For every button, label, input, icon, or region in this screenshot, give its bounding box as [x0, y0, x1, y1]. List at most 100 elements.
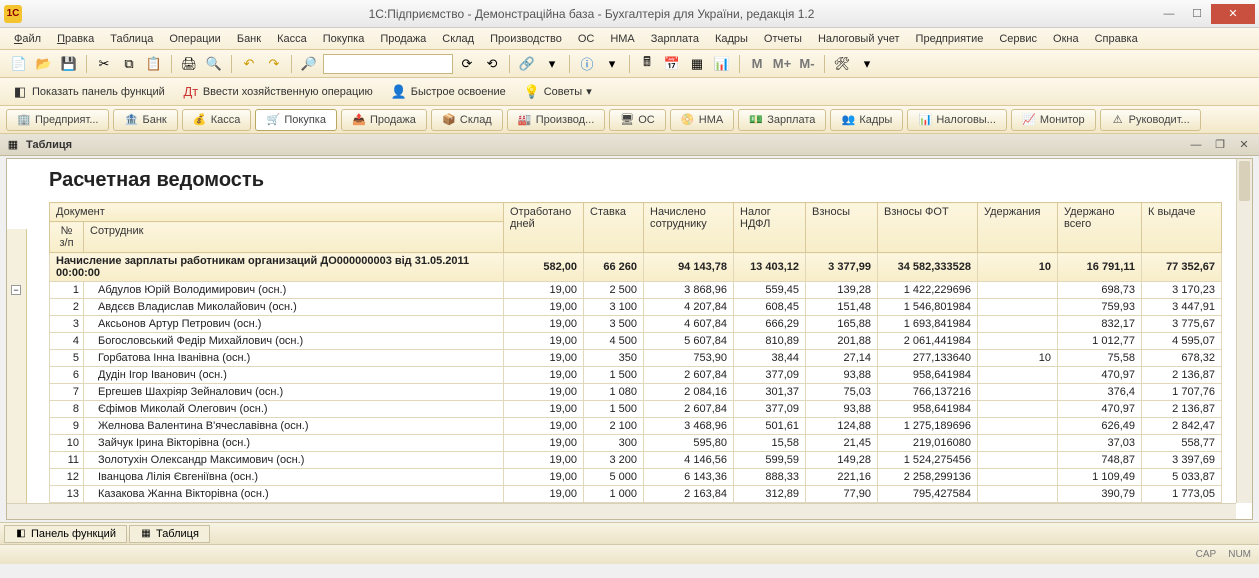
menu-правка[interactable]: Правка: [51, 31, 100, 47]
navtab-0[interactable]: 🏢Предприят...: [6, 109, 109, 131]
link-icon[interactable]: 🔗: [516, 53, 538, 75]
collapse-toggle[interactable]: −: [11, 285, 21, 295]
table-row[interactable]: 8Єфімов Миколай Олегович (осн.)19,001 50…: [50, 401, 1222, 418]
menu-файл[interactable]: Файл: [8, 31, 47, 47]
save-icon[interactable]: 💾: [58, 53, 80, 75]
menu-справка[interactable]: Справка: [1089, 31, 1144, 47]
menu-кадры[interactable]: Кадры: [709, 31, 754, 47]
navtab-12[interactable]: 📈Монитор: [1011, 109, 1096, 131]
tools-icon[interactable]: 🛠: [831, 53, 853, 75]
tips-button[interactable]: 💡Советы▾: [520, 82, 596, 102]
navtab-2[interactable]: 💰Касса: [182, 109, 252, 131]
horizontal-scrollbar[interactable]: [7, 503, 1236, 519]
vertical-scrollbar[interactable]: [1236, 159, 1252, 503]
show-panel-button[interactable]: ◧Показать панель функций: [8, 82, 169, 102]
enter-operation-button[interactable]: ДтВвести хозяйственную операцию: [179, 82, 377, 102]
table-row[interactable]: 12Іванцова Лілія Євгеніївна (осн.)19,005…: [50, 469, 1222, 486]
bottom-tab-0[interactable]: ◧Панель функций: [4, 525, 127, 543]
table-row[interactable]: 1Абдулов Юрій Володимирович (осн.)19,002…: [50, 282, 1222, 299]
navtab-icon: 📀: [681, 113, 695, 127]
paste-icon[interactable]: 📋: [143, 53, 165, 75]
table-row[interactable]: 7Ергешев Шахріяр Зейналович (осн.)19,001…: [50, 384, 1222, 401]
menu-операции[interactable]: Операции: [163, 31, 226, 47]
navtab-4[interactable]: 📤Продажа: [341, 109, 427, 131]
mminus-icon[interactable]: M-: [796, 53, 818, 75]
cell-rate: 3 500: [584, 316, 644, 333]
doc-minimize-button[interactable]: —: [1187, 137, 1205, 153]
table-row[interactable]: 9Желнова Валентина В'ячеславівна (осн.)1…: [50, 418, 1222, 435]
cut-icon[interactable]: ✂: [93, 53, 115, 75]
menu-покупка[interactable]: Покупка: [317, 31, 371, 47]
menu-зарплата[interactable]: Зарплата: [645, 31, 705, 47]
redo-icon[interactable]: ↷: [263, 53, 285, 75]
chart-icon[interactable]: 📊: [711, 53, 733, 75]
m-icon[interactable]: M: [746, 53, 768, 75]
menu-склад[interactable]: Склад: [436, 31, 480, 47]
table-row[interactable]: 5Горбатова Інна Іванівна (осн.)19,003507…: [50, 350, 1222, 367]
menu-отчеты[interactable]: Отчеты: [758, 31, 808, 47]
menu-банк[interactable]: Банк: [231, 31, 267, 47]
cell-fot: 2 258,299136: [878, 469, 978, 486]
menu-налоговый учет[interactable]: Налоговый учет: [812, 31, 906, 47]
document-bar: ▦ Таблиця — ❐ ✕: [0, 134, 1259, 156]
minimize-button[interactable]: —: [1155, 4, 1183, 24]
navtab-3[interactable]: 🛒Покупка: [255, 109, 337, 131]
doc-restore-button[interactable]: ❐: [1211, 137, 1229, 153]
navtab-9[interactable]: 💵Зарплата: [738, 109, 826, 131]
table-row[interactable]: 11Золотухін Олександр Максимович (осн.)1…: [50, 452, 1222, 469]
copy-icon[interactable]: ⧉: [118, 53, 140, 75]
menu-касса[interactable]: Касса: [271, 31, 313, 47]
find-prev-icon[interactable]: ⟲: [481, 53, 503, 75]
cell-emp: Горбатова Інна Іванівна (осн.): [84, 350, 504, 367]
undo-icon[interactable]: ↶: [238, 53, 260, 75]
dropdown2-icon[interactable]: ▾: [601, 53, 623, 75]
table-row[interactable]: 3Аксьонов Артур Петрович (осн.)19,003 50…: [50, 316, 1222, 333]
grid-icon[interactable]: ▦: [686, 53, 708, 75]
quick-start-button[interactable]: 👤Быстрое освоение: [387, 82, 510, 102]
navtab-10[interactable]: 👥Кадры: [830, 109, 903, 131]
table-row[interactable]: 2Авдєєв Владислав Миколайович (осн.)19,0…: [50, 299, 1222, 316]
menu-производство[interactable]: Производство: [484, 31, 568, 47]
search-combo[interactable]: [323, 54, 453, 74]
cell-heldtot: 376,4: [1058, 384, 1142, 401]
total-charged: 94 143,78: [644, 253, 734, 282]
search-icon[interactable]: 🔎: [298, 53, 320, 75]
report-title: Расчетная ведомость: [49, 169, 1222, 192]
dropdown-icon[interactable]: ▾: [541, 53, 563, 75]
find-next-icon[interactable]: ⟳: [456, 53, 478, 75]
preview-icon[interactable]: 🔍: [203, 53, 225, 75]
menu-предприятие[interactable]: Предприятие: [910, 31, 990, 47]
dropdown3-icon[interactable]: ▾: [856, 53, 878, 75]
table-row[interactable]: 6Дудін Ігор Іванович (осн.)19,001 5002 6…: [50, 367, 1222, 384]
calc-icon[interactable]: 🖩: [636, 53, 658, 75]
doc-close-button[interactable]: ✕: [1235, 137, 1253, 153]
menu-таблица[interactable]: Таблица: [104, 31, 159, 47]
cell-days: 19,00: [504, 333, 584, 350]
table-row[interactable]: 4Богословський Федір Михайлович (осн.)19…: [50, 333, 1222, 350]
navtab-8[interactable]: 📀НМА: [670, 109, 734, 131]
print-icon[interactable]: 🖨: [178, 53, 200, 75]
open-icon[interactable]: 📂: [33, 53, 55, 75]
bottom-tabs: ◧Панель функций▦Таблиця: [0, 522, 1259, 544]
menu-нма[interactable]: НМА: [604, 31, 640, 47]
navtab-1[interactable]: 🏦Банк: [113, 109, 177, 131]
menu-продажа[interactable]: Продажа: [374, 31, 432, 47]
calendar-icon[interactable]: 📅: [661, 53, 683, 75]
maximize-button[interactable]: ☐: [1183, 4, 1211, 24]
navtab-11[interactable]: 📊Налоговы...: [907, 109, 1007, 131]
close-button[interactable]: ✕: [1211, 4, 1255, 24]
new-icon[interactable]: 📄: [8, 53, 30, 75]
navtab-13[interactable]: ⚠Руководит...: [1100, 109, 1201, 131]
mplus-icon[interactable]: M+: [771, 53, 793, 75]
menu-окна[interactable]: Окна: [1047, 31, 1085, 47]
navtab-7[interactable]: 🖥ОС: [609, 109, 666, 131]
bottom-tab-1[interactable]: ▦Таблиця: [129, 525, 210, 543]
navtab-6[interactable]: 🏭Производ...: [507, 109, 606, 131]
navtab-5[interactable]: 📦Склад: [431, 109, 503, 131]
menu-ос[interactable]: ОС: [572, 31, 601, 47]
table-row[interactable]: 13Казакова Жанна Вікторівна (осн.)19,001…: [50, 486, 1222, 503]
table-row[interactable]: 10Зайчук Ірина Вікторівна (осн.)19,00300…: [50, 435, 1222, 452]
cell-hold: [978, 384, 1058, 401]
info-icon[interactable]: ⓘ: [576, 53, 598, 75]
menu-сервис[interactable]: Сервис: [993, 31, 1043, 47]
